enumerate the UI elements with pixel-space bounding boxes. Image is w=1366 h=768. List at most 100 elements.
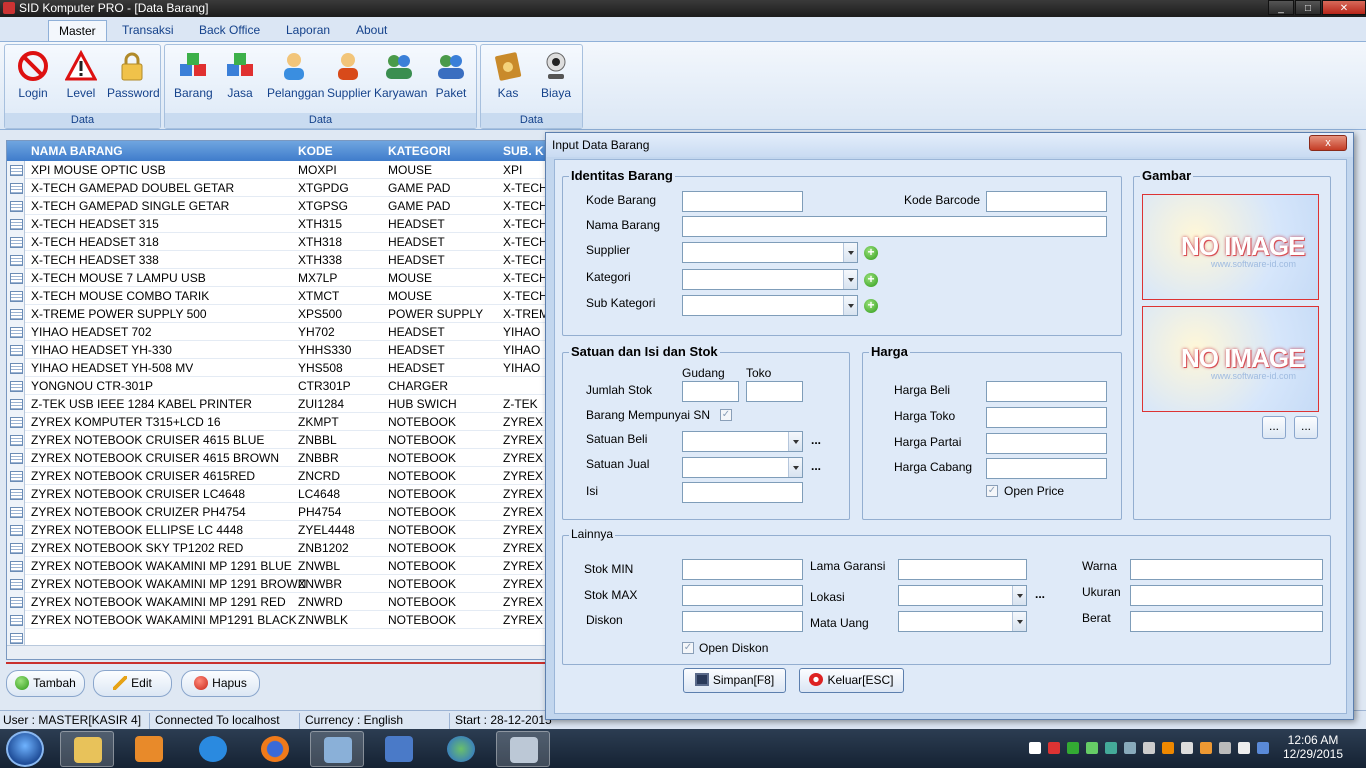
sync-icon[interactable] bbox=[1105, 742, 1117, 754]
sub-kategori-select[interactable] bbox=[682, 295, 858, 316]
row-selector-icon[interactable] bbox=[7, 413, 25, 431]
audio-manager-icon[interactable] bbox=[1162, 742, 1174, 754]
table-row[interactable]: ZYREX NOTEBOOK WAKAMINI MP 1291 BLUE ZNWB… bbox=[7, 557, 555, 575]
table-row[interactable]: ZYREX KOMPUTER T315+LCD 16 ZKMPT NOTEBOOK Z… bbox=[7, 413, 555, 431]
taskbar-firefox[interactable] bbox=[248, 731, 302, 767]
kategori-select[interactable] bbox=[682, 269, 858, 290]
row-selector-icon[interactable] bbox=[7, 449, 25, 467]
satuan-jual-more-button[interactable]: ... bbox=[811, 459, 821, 473]
minimize-button[interactable]: _ bbox=[1268, 0, 1294, 15]
table-row[interactable]: ZYREX NOTEBOOK WAKAMINI MP 1291 BROWN ZNW… bbox=[7, 575, 555, 593]
row-selector-icon[interactable] bbox=[7, 485, 25, 503]
notification-icon[interactable] bbox=[1200, 742, 1212, 754]
add-sub-kategori-icon[interactable]: + bbox=[864, 299, 878, 313]
lokasi-select[interactable] bbox=[898, 585, 1027, 606]
stok-max-input[interactable] bbox=[682, 585, 803, 606]
close-button[interactable]: ✕ bbox=[1322, 0, 1366, 15]
edit-button[interactable]: Edit bbox=[93, 670, 172, 697]
table-row[interactable]: YIHAO HEADSET YH-330 YHHS330 HEADSET YIHAO bbox=[7, 341, 555, 359]
row-selector-icon[interactable] bbox=[7, 611, 25, 629]
ukuran-input[interactable] bbox=[1130, 585, 1323, 606]
add-supplier-icon[interactable]: + bbox=[864, 246, 878, 260]
taskbar-office[interactable] bbox=[372, 731, 426, 767]
kode-barang-input[interactable] bbox=[682, 191, 803, 212]
volume-icon[interactable] bbox=[1238, 742, 1250, 754]
nama-barang-input[interactable] bbox=[682, 216, 1107, 237]
mata-uang-select[interactable] bbox=[898, 611, 1027, 632]
kas-button[interactable]: Kas bbox=[490, 50, 526, 100]
table-row[interactable]: Z-TEK USB IEEE 1284 KABEL PRINTER ZUI1284… bbox=[7, 395, 555, 413]
wifi-icon[interactable] bbox=[1219, 742, 1231, 754]
column-kategori[interactable]: KATEGORI bbox=[388, 144, 450, 158]
stok-min-input[interactable] bbox=[682, 559, 803, 580]
supplier-button[interactable]: Supplier bbox=[327, 50, 371, 100]
safely-remove-icon[interactable] bbox=[1181, 742, 1193, 754]
open-price-checkbox[interactable]: ✓ bbox=[986, 485, 998, 497]
column-kode[interactable]: KODE bbox=[298, 144, 333, 158]
bluetooth-icon[interactable] bbox=[1124, 742, 1136, 754]
login-button[interactable]: Login bbox=[14, 50, 52, 100]
harga-beli-input[interactable] bbox=[986, 381, 1107, 402]
satuan-beli-more-button[interactable]: ... bbox=[811, 433, 821, 447]
table-row[interactable]: X-TECH MOUSE COMBO TARIK XTMCT MOUSE X-TECH bbox=[7, 287, 555, 305]
tab-laporan[interactable]: Laporan bbox=[276, 20, 340, 41]
table-row[interactable]: ZYREX NOTEBOOK WAKAMINI MP1291 BLACK ZNWB… bbox=[7, 611, 555, 629]
table-row[interactable]: YIHAO HEADSET 702 YH702 HEADSET YIHAO bbox=[7, 323, 555, 341]
row-selector-icon[interactable] bbox=[7, 503, 25, 521]
table-row[interactable]: ZYREX NOTEBOOK ELLIPSE LC 4448 ZYEL4448 NO… bbox=[7, 521, 555, 539]
row-selector-icon[interactable] bbox=[7, 359, 25, 377]
tab-transaksi[interactable]: Transaksi bbox=[112, 20, 184, 41]
table-row[interactable]: X-TECH GAMEPAD DOUBEL GETAR XTGPDG GAME PA… bbox=[7, 179, 555, 197]
row-selector-icon[interactable] bbox=[7, 179, 25, 197]
table-row[interactable]: ZYREX NOTEBOOK CRUISER LC4648 LC4648 NOTEB… bbox=[7, 485, 555, 503]
start-button[interactable] bbox=[6, 731, 44, 767]
keluar-button[interactable]: Keluar[ESC] bbox=[799, 668, 904, 693]
row-selector-icon[interactable] bbox=[7, 233, 25, 251]
tambah-button[interactable]: Tambah bbox=[6, 670, 85, 697]
jasa-button[interactable]: Jasa bbox=[224, 50, 256, 100]
row-selector-icon[interactable] bbox=[7, 215, 25, 233]
stok-gudang-input[interactable] bbox=[682, 381, 739, 402]
table-row[interactable]: X-TECH HEADSET 338 XTH338 HEADSET X-TECH bbox=[7, 251, 555, 269]
harga-toko-input[interactable] bbox=[986, 407, 1107, 428]
row-selector-icon[interactable] bbox=[7, 197, 25, 215]
simpan-button[interactable]: Simpan[F8] bbox=[683, 668, 786, 693]
level-button[interactable]: Level bbox=[63, 49, 99, 100]
row-selector-icon[interactable] bbox=[7, 269, 25, 287]
update-icon[interactable] bbox=[1086, 742, 1098, 754]
row-selector-icon[interactable] bbox=[7, 305, 25, 323]
supplier-select[interactable] bbox=[682, 242, 858, 263]
table-row[interactable]: ZYREX NOTEBOOK CRUISER 4615RED ZNCRD NOTEB… bbox=[7, 467, 555, 485]
tab-master[interactable]: Master bbox=[48, 20, 107, 41]
skype-icon[interactable] bbox=[1257, 742, 1269, 754]
table-row[interactable]: ZYREX NOTEBOOK CRUIZER PH4754 PH4754 NOTEB… bbox=[7, 503, 555, 521]
row-selector-icon[interactable] bbox=[7, 251, 25, 269]
row-selector-icon[interactable] bbox=[7, 287, 25, 305]
row-selector-icon[interactable] bbox=[7, 575, 25, 593]
table-row[interactable]: YIHAO HEADSET YH-508 MV YHS508 HEADSET YIHA… bbox=[7, 359, 555, 377]
taskbar-explorer[interactable] bbox=[60, 731, 114, 767]
table-row[interactable]: ZYREX NOTEBOOK CRUISER 4615 BLUE ZNBBL NOT… bbox=[7, 431, 555, 449]
row-selector-icon[interactable] bbox=[7, 467, 25, 485]
show-hidden-icons-icon[interactable] bbox=[1029, 742, 1041, 754]
satuan-jual-select[interactable] bbox=[682, 457, 803, 478]
network-icon[interactable] bbox=[1143, 742, 1155, 754]
antivirus-icon[interactable] bbox=[1048, 742, 1060, 754]
row-selector-icon[interactable] bbox=[7, 395, 25, 413]
browse-image-2-button[interactable]: ... bbox=[1294, 416, 1318, 439]
barang-button[interactable]: Barang bbox=[174, 50, 213, 100]
taskbar-clock[interactable]: 12:06 AM 12/29/2015 bbox=[1280, 733, 1346, 761]
row-selector-icon[interactable] bbox=[7, 323, 25, 341]
sn-checkbox[interactable]: ✓ bbox=[720, 409, 732, 421]
add-kategori-icon[interactable]: + bbox=[864, 273, 878, 287]
table-row[interactable]: X-TREME POWER SUPPLY 500 XPS500 POWER SUPP… bbox=[7, 305, 555, 323]
row-selector-icon[interactable] bbox=[7, 593, 25, 611]
biaya-button[interactable]: Biaya bbox=[537, 50, 575, 100]
horizontal-scrollbar[interactable] bbox=[7, 645, 555, 659]
row-selector-icon[interactable] bbox=[7, 161, 25, 179]
open-diskon-checkbox[interactable]: ✓ bbox=[682, 642, 694, 654]
taskbar-app-window[interactable] bbox=[310, 731, 364, 767]
table-row[interactable]: X-TECH HEADSET 318 XTH318 HEADSET X-TECH bbox=[7, 233, 555, 251]
berat-input[interactable] bbox=[1130, 611, 1323, 632]
row-selector-icon[interactable] bbox=[7, 377, 25, 395]
